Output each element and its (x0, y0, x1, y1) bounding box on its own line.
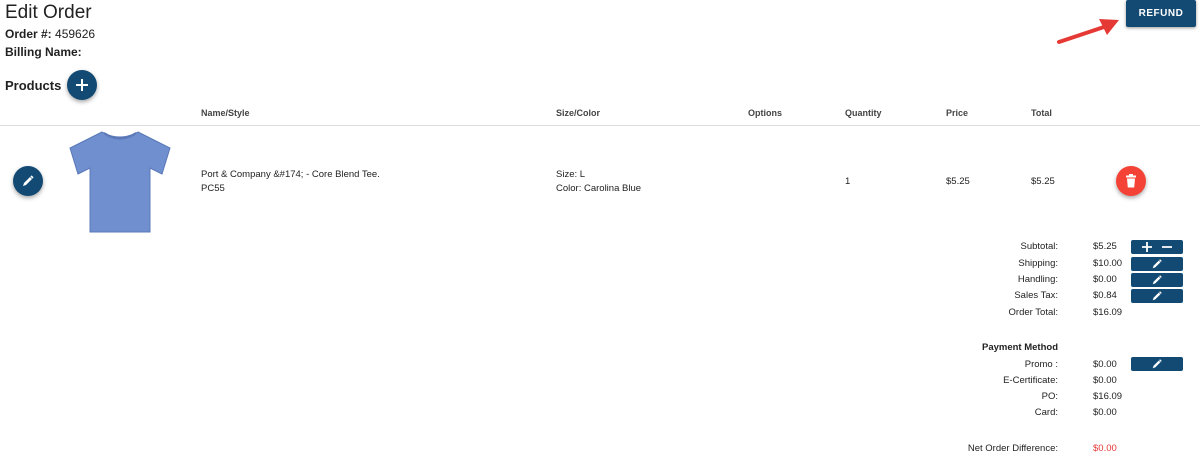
product-image (69, 131, 171, 233)
shipping-value: $10.00 (1093, 258, 1123, 269)
card-value: $0.00 (1093, 407, 1117, 418)
edit-product-button[interactable] (13, 166, 43, 196)
pencil-icon (1152, 291, 1162, 301)
edit-handling-button[interactable] (1131, 273, 1183, 287)
column-header-size-color: Size/Color (556, 108, 601, 118)
sales-tax-label: Sales Tax: (1014, 290, 1058, 301)
billing-name-row: Billing Name: (5, 45, 82, 59)
trash-icon (1126, 174, 1136, 188)
order-total-value: $16.09 (1093, 307, 1123, 318)
product-total: $5.25 (1031, 176, 1055, 187)
handling-value: $0.00 (1093, 274, 1117, 285)
pencil-icon (1152, 359, 1162, 369)
product-style: PC55 (201, 183, 225, 194)
shipping-label: Shipping: (1018, 258, 1058, 269)
column-header-total: Total (1031, 108, 1052, 118)
billing-name-label: Billing Name: (5, 45, 82, 59)
pencil-icon (1152, 275, 1162, 285)
card-label: Card: (1034, 407, 1058, 418)
product-size: Size: L (556, 169, 586, 180)
adjust-subtotal-button[interactable] (1131, 240, 1183, 254)
edit-shipping-button[interactable] (1131, 257, 1183, 271)
order-total-label: Order Total: (1008, 307, 1058, 318)
subtotal-value: $5.25 (1093, 241, 1117, 252)
pencil-icon (1152, 259, 1162, 269)
product-quantity: 1 (845, 176, 851, 187)
page-title: Edit Order (5, 2, 92, 23)
po-value: $16.09 (1093, 391, 1123, 402)
product-size-color-cell: Size: L Color: Carolina Blue (556, 168, 641, 196)
delete-product-button[interactable] (1116, 166, 1146, 196)
product-name-cell: Port & Company &#174; - Core Blend Tee. … (201, 168, 380, 196)
subtotal-label: Subtotal: (1020, 241, 1059, 252)
order-number-value: 459626 (55, 27, 96, 41)
ecertificate-label: E-Certificate: (1003, 375, 1058, 386)
edit-promo-button[interactable] (1131, 357, 1183, 371)
net-order-difference-value: $0.00 (1093, 443, 1117, 454)
product-color: Color: Carolina Blue (556, 183, 642, 194)
net-order-difference-label: Net Order Difference: (967, 443, 1058, 454)
ecertificate-value: $0.00 (1093, 375, 1117, 386)
refund-button[interactable]: REFUND (1126, 0, 1196, 27)
product-name: Port & Company &#174; - Core Blend Tee. (201, 169, 380, 180)
plus-icon (76, 79, 88, 91)
column-header-price: Price (946, 108, 969, 118)
edit-sales-tax-button[interactable] (1131, 289, 1183, 303)
column-header-options: Options (748, 108, 782, 118)
sales-tax-value: $0.84 (1093, 290, 1117, 301)
product-price: $5.25 (946, 176, 970, 187)
order-number-row: Order #: 459626 (5, 27, 95, 41)
header-divider (0, 125, 1200, 126)
plus-minus-icon (1142, 242, 1172, 252)
annotation-arrow (1057, 19, 1119, 44)
column-header-name-style: Name/Style (201, 108, 250, 118)
column-header-quantity: Quantity (845, 108, 882, 118)
handling-label: Handling: (1017, 274, 1058, 285)
po-label: PO: (1041, 391, 1058, 402)
payment-method-heading: Payment Method (981, 342, 1058, 353)
order-number-label: Order #: (5, 27, 52, 41)
promo-label: Promo : (1024, 359, 1058, 370)
promo-value: $0.00 (1093, 359, 1117, 370)
products-heading: Products (5, 78, 62, 93)
add-product-button[interactable] (67, 70, 97, 100)
pencil-icon (23, 175, 34, 186)
